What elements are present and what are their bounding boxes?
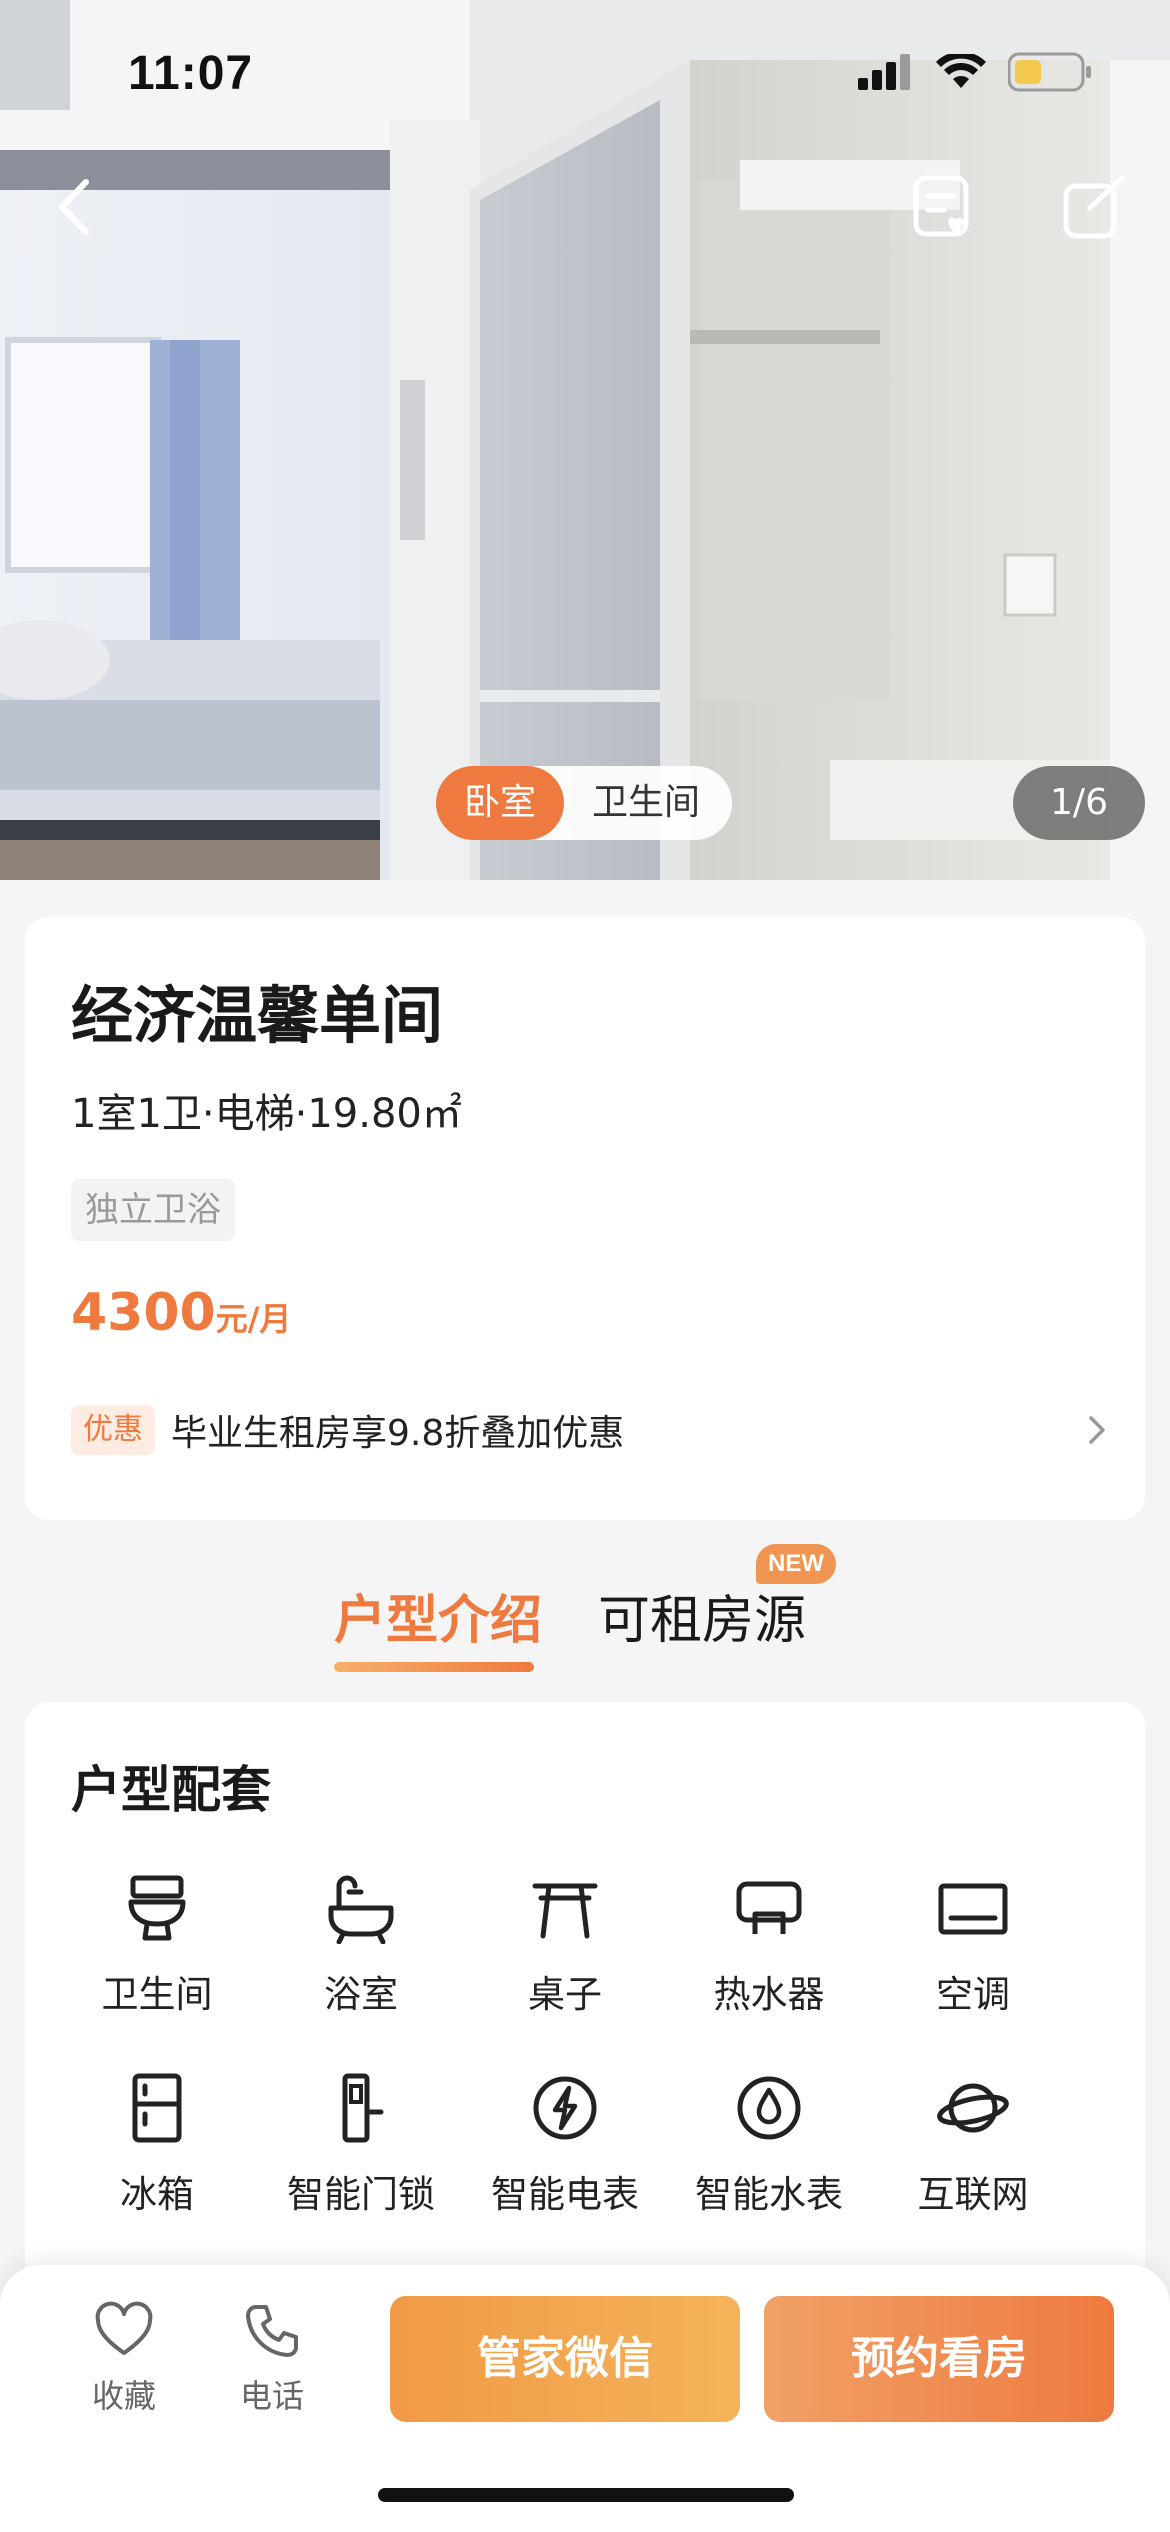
water-meter-icon [737,2076,801,2140]
share-icon[interactable] [1060,172,1130,242]
amenity-desk: 桌子 [463,1872,667,2052]
amenity-toilet: 卫生间 [55,1872,259,2052]
amenities-heading: 户型配套 [71,1761,271,1819]
amenity-label: 空调 [936,1973,1010,2016]
room-photo-switch[interactable]: 卧室 卫生间 [436,766,732,840]
smart-lock-icon [342,2073,384,2143]
amenity-label: 桌子 [528,1973,602,2016]
amenity-label: 浴室 [324,1973,398,2016]
promo-row[interactable]: 优惠 毕业生租房享9.8折叠加优惠 [71,1401,1111,1459]
listing-meta: 1室1卫·电梯·19.80㎡ [71,1091,462,1137]
chevron-right-icon [1089,1416,1105,1444]
amenity-label: 卫生间 [101,1973,213,2016]
amenity-smart-meter: 智能电表 [463,2072,667,2252]
amenity-label: 智能水表 [695,2173,843,2216]
amenity-label: 热水器 [713,1973,825,2016]
feature-tag: 独立卫浴 [71,1179,235,1241]
status-time: 11:07 [128,47,254,100]
promo-badge: 优惠 [71,1405,155,1455]
air-conditioner-icon [938,1883,1008,1935]
amenity-label: 智能电表 [491,2173,639,2216]
amenity-label: 冰箱 [120,2173,194,2216]
phone-icon [246,2305,298,2357]
listing-title: 经济温馨单间 [71,979,444,1052]
favorites-list-icon[interactable] [910,172,980,242]
amenity-internet: 互联网 [871,2072,1075,2252]
amenity-label: 智能门锁 [287,2173,435,2216]
toilet-icon [128,1875,186,1941]
battery-icon [1008,52,1091,92]
amenity-fridge: 冰箱 [55,2072,259,2252]
room-tab-bedroom[interactable]: 卧室 [436,766,565,840]
home-indicator [378,2488,794,2502]
phone-button[interactable]: 电话 [212,2301,332,2417]
tab-available-units[interactable]: 可租房源 [598,1578,806,1653]
smart-meter-icon [533,2076,597,2140]
bathtub-icon [328,1875,394,1944]
new-badge: NEW [756,1544,836,1584]
hero-photo-gallery[interactable]: 11:07 卧室 卫生间 1/6 [0,0,1170,880]
room-tab-bathroom[interactable]: 卫生间 [564,766,728,840]
amenity-water-meter: 智能水表 [667,2072,871,2252]
fridge-icon [132,2073,182,2143]
amenity-bathroom: 浴室 [259,1872,463,2052]
promo-text: 毕业生租房享9.8折叠加优惠 [171,1413,625,1454]
photo-counter: 1/6 [1013,766,1145,840]
status-bar: 11:07 [0,0,1170,150]
wechat-button[interactable]: 管家微信 [390,2296,740,2422]
book-viewing-button[interactable]: 预约看房 [764,2296,1114,2422]
price-value: 4300 [71,1283,216,1343]
table-icon [532,1883,598,1939]
heart-icon [95,2301,153,2355]
price: 4300元/月 [71,1283,291,1343]
status-icons [858,52,1092,92]
water-heater-icon [736,1881,802,1934]
internet-icon [937,2083,1009,2133]
wifi-icon [936,54,986,88]
amenity-air-conditioner: 空调 [871,1872,1075,2052]
favorite-button[interactable]: 收藏 [64,2301,184,2417]
tab-active-indicator [334,1662,534,1672]
phone-label: 电话 [239,2377,304,2415]
amenity-water-heater: 热水器 [667,1872,871,2052]
tab-layout-intro[interactable]: 户型介绍 [334,1578,542,1653]
section-tabs: 户型介绍 可租房源 NEW [0,1530,1170,1672]
amenity-label: 互联网 [917,2173,1029,2216]
back-icon[interactable] [48,172,104,242]
listing-info-card: 经济温馨单间 1室1卫·电梯·19.80㎡ 独立卫浴 4300元/月 优惠 毕业… [25,917,1145,1520]
amenity-smart-lock: 智能门锁 [259,2072,463,2252]
favorite-label: 收藏 [91,2377,156,2415]
cellular-signal-icon [858,54,910,90]
price-unit: 元/月 [215,1300,292,1338]
